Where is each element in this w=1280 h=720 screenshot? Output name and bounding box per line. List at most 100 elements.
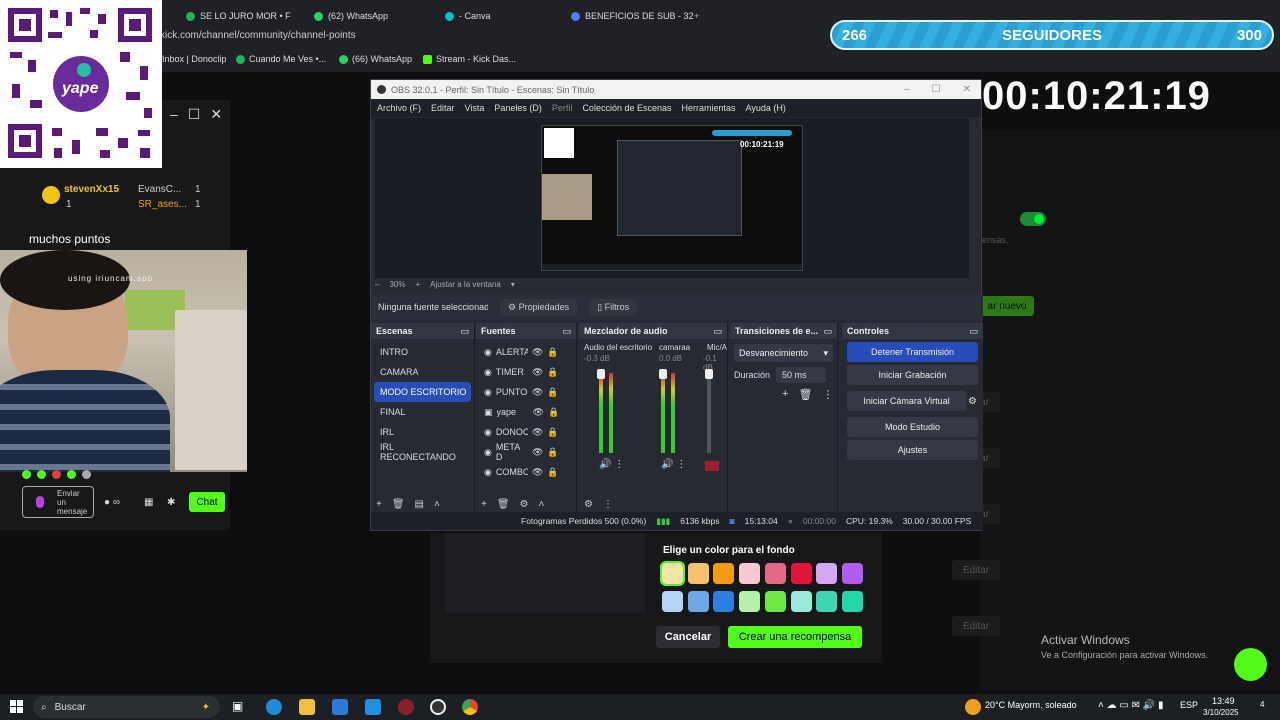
- bookmark-music[interactable]: Cuando Me Ves •...: [236, 54, 326, 64]
- eye-icon[interactable]: 👁: [533, 407, 544, 418]
- color-swatch[interactable]: [790, 591, 812, 612]
- help-chat-button[interactable]: [1234, 648, 1267, 681]
- cancel-button[interactable]: Cancelar: [656, 626, 720, 648]
- color-swatch[interactable]: [687, 591, 709, 612]
- volume-slider[interactable]: [705, 369, 713, 379]
- add-icon[interactable]: +: [481, 499, 487, 510]
- color-swatch[interactable]: [816, 563, 838, 584]
- tray-icons[interactable]: ˄ ☁ ▭ ✉ 🔊 ▮: [1098, 700, 1164, 711]
- lock-icon[interactable]: 🔒: [547, 427, 558, 438]
- lock-icon[interactable]: 🔒: [547, 447, 558, 458]
- fit-dropdown[interactable]: Ajustar a la ventana: [430, 280, 501, 289]
- chevron-up-icon[interactable]: ˄: [434, 499, 440, 510]
- zoom-in-icon[interactable]: +: [415, 280, 420, 289]
- more-icon[interactable]: ⋮: [822, 388, 833, 401]
- bookmark-whatsapp[interactable]: (66) WhatsApp: [339, 54, 412, 64]
- trash-icon[interactable]: 🗑: [392, 499, 405, 510]
- menu-perfil[interactable]: Perfil: [552, 103, 573, 113]
- eye-icon[interactable]: 👁: [532, 367, 543, 378]
- maximize-icon[interactable]: ☐: [188, 106, 201, 123]
- tab-whatsapp[interactable]: (62) WhatsApp: [314, 6, 388, 26]
- maximize-icon[interactable]: ☐: [932, 84, 941, 95]
- weather-text[interactable]: 20°C Mayorm. soleado: [985, 700, 1077, 710]
- virtual-camera-button[interactable]: Iniciar Cámara Virtual: [847, 391, 967, 411]
- lock-icon[interactable]: 🔒: [547, 367, 558, 378]
- scene-item-active[interactable]: MODO ESCRITORIO: [374, 382, 471, 402]
- speaker-icon[interactable]: 🔊 ⋮: [661, 459, 686, 470]
- emote-icon[interactable]: [52, 470, 61, 479]
- chrome-icon[interactable]: [462, 699, 478, 715]
- source-item[interactable]: ◉ ALERTA 👁 🔒: [476, 342, 576, 362]
- menu-vista[interactable]: Vista: [465, 103, 485, 113]
- speaker-icon[interactable]: 🔊 ⋮: [599, 459, 624, 470]
- edit-button[interactable]: Editar: [952, 616, 1000, 636]
- emote-icon[interactable]: [37, 470, 46, 479]
- scene-item[interactable]: INTRO: [374, 342, 471, 362]
- edge-icon[interactable]: [266, 699, 282, 715]
- emote-icon[interactable]: [67, 470, 76, 479]
- close-icon[interactable]: ✕: [963, 84, 971, 95]
- trash-icon[interactable]: 🗑: [798, 388, 812, 401]
- color-swatch[interactable]: [739, 563, 761, 584]
- emote-icon[interactable]: [82, 470, 91, 479]
- edit-button[interactable]: Editar: [952, 560, 1000, 580]
- emote-picker-icon[interactable]: ● ∞: [104, 497, 120, 508]
- color-swatch[interactable]: [841, 563, 863, 584]
- chat-send-button[interactable]: Chat: [189, 492, 225, 512]
- clock-date[interactable]: 3/10/2025: [1203, 708, 1239, 717]
- color-swatch[interactable]: [816, 591, 838, 612]
- color-swatch[interactable]: [739, 591, 761, 612]
- bookmark-donoclip[interactable]: Inbox | Donoclip: [162, 54, 226, 64]
- scene-item[interactable]: IRL: [374, 422, 471, 442]
- studio-mode-button[interactable]: Modo Estudio: [847, 417, 978, 437]
- color-swatch[interactable]: [790, 563, 812, 584]
- emote-icon[interactable]: [22, 470, 31, 479]
- muted-icon[interactable]: [705, 461, 719, 471]
- gear-icon[interactable]: ⚙: [584, 499, 593, 510]
- source-item[interactable]: ◉ DONOC 👁 🔒: [476, 422, 576, 442]
- store-icon[interactable]: ▦: [144, 497, 153, 508]
- color-swatch[interactable]: [713, 563, 735, 584]
- duration-input[interactable]: 50 ms: [776, 367, 827, 383]
- minimize-icon[interactable]: –: [170, 106, 178, 123]
- close-icon[interactable]: ✕: [210, 106, 222, 123]
- chat-input[interactable]: Enviar un mensaje: [22, 486, 94, 518]
- windows-start-icon[interactable]: [10, 700, 23, 713]
- volume-slider[interactable]: [597, 369, 605, 379]
- settings-button[interactable]: Ajustes: [847, 440, 978, 460]
- dock-menu-icon[interactable]: ▭: [460, 326, 469, 337]
- menu-ayuda[interactable]: Ayuda (H): [746, 103, 786, 113]
- mail-icon[interactable]: [365, 699, 381, 715]
- new-tab-button[interactable]: +: [694, 6, 699, 26]
- source-item[interactable]: ◉ META D 👁 🔒: [476, 442, 576, 462]
- task-view-icon[interactable]: ▣: [232, 699, 248, 715]
- create-reward-button[interactable]: Crear una recompensa: [728, 626, 862, 648]
- properties-button[interactable]: ⚙ Propiedades: [500, 298, 578, 316]
- menu-editar[interactable]: Editar: [431, 103, 455, 113]
- lock-icon[interactable]: 🔒: [548, 407, 559, 418]
- volume-slider[interactable]: [659, 369, 667, 379]
- obs-preview[interactable]: 00:10:21:19: [541, 125, 803, 271]
- stop-stream-button[interactable]: Detener Transmisión: [847, 342, 978, 362]
- add-icon[interactable]: +: [376, 499, 382, 510]
- eye-icon[interactable]: 👁: [532, 467, 543, 478]
- file-explorer-icon[interactable]: [299, 699, 315, 715]
- trash-icon[interactable]: 🗑: [497, 499, 510, 510]
- eye-icon[interactable]: 👁: [532, 347, 543, 358]
- dock-menu-icon[interactable]: ▭: [562, 326, 571, 337]
- chevron-down-icon[interactable]: ▾: [511, 280, 515, 289]
- menu-archivo[interactable]: Archivo (F): [377, 103, 421, 113]
- gear-icon[interactable]: ✱: [167, 497, 175, 508]
- notification-badge[interactable]: 4: [1260, 700, 1264, 709]
- start-recording-button[interactable]: Iniciar Grabación: [847, 365, 978, 385]
- app-icon[interactable]: [398, 699, 414, 715]
- color-swatch[interactable]: [841, 591, 863, 612]
- taskbar-search[interactable]: ⌕ Buscar ✦: [33, 696, 220, 718]
- filters-button[interactable]: ▯ Filtros: [589, 298, 638, 316]
- source-item[interactable]: ◉ COMBO 👁 🔒: [476, 462, 576, 482]
- store-icon[interactable]: [332, 699, 348, 715]
- tab-music[interactable]: SE LO JURO MOR • F: [186, 6, 291, 26]
- eye-icon[interactable]: 👁: [532, 387, 543, 398]
- more-icon[interactable]: ⋮: [603, 499, 613, 510]
- menu-paneles[interactable]: Paneles (D): [494, 103, 542, 113]
